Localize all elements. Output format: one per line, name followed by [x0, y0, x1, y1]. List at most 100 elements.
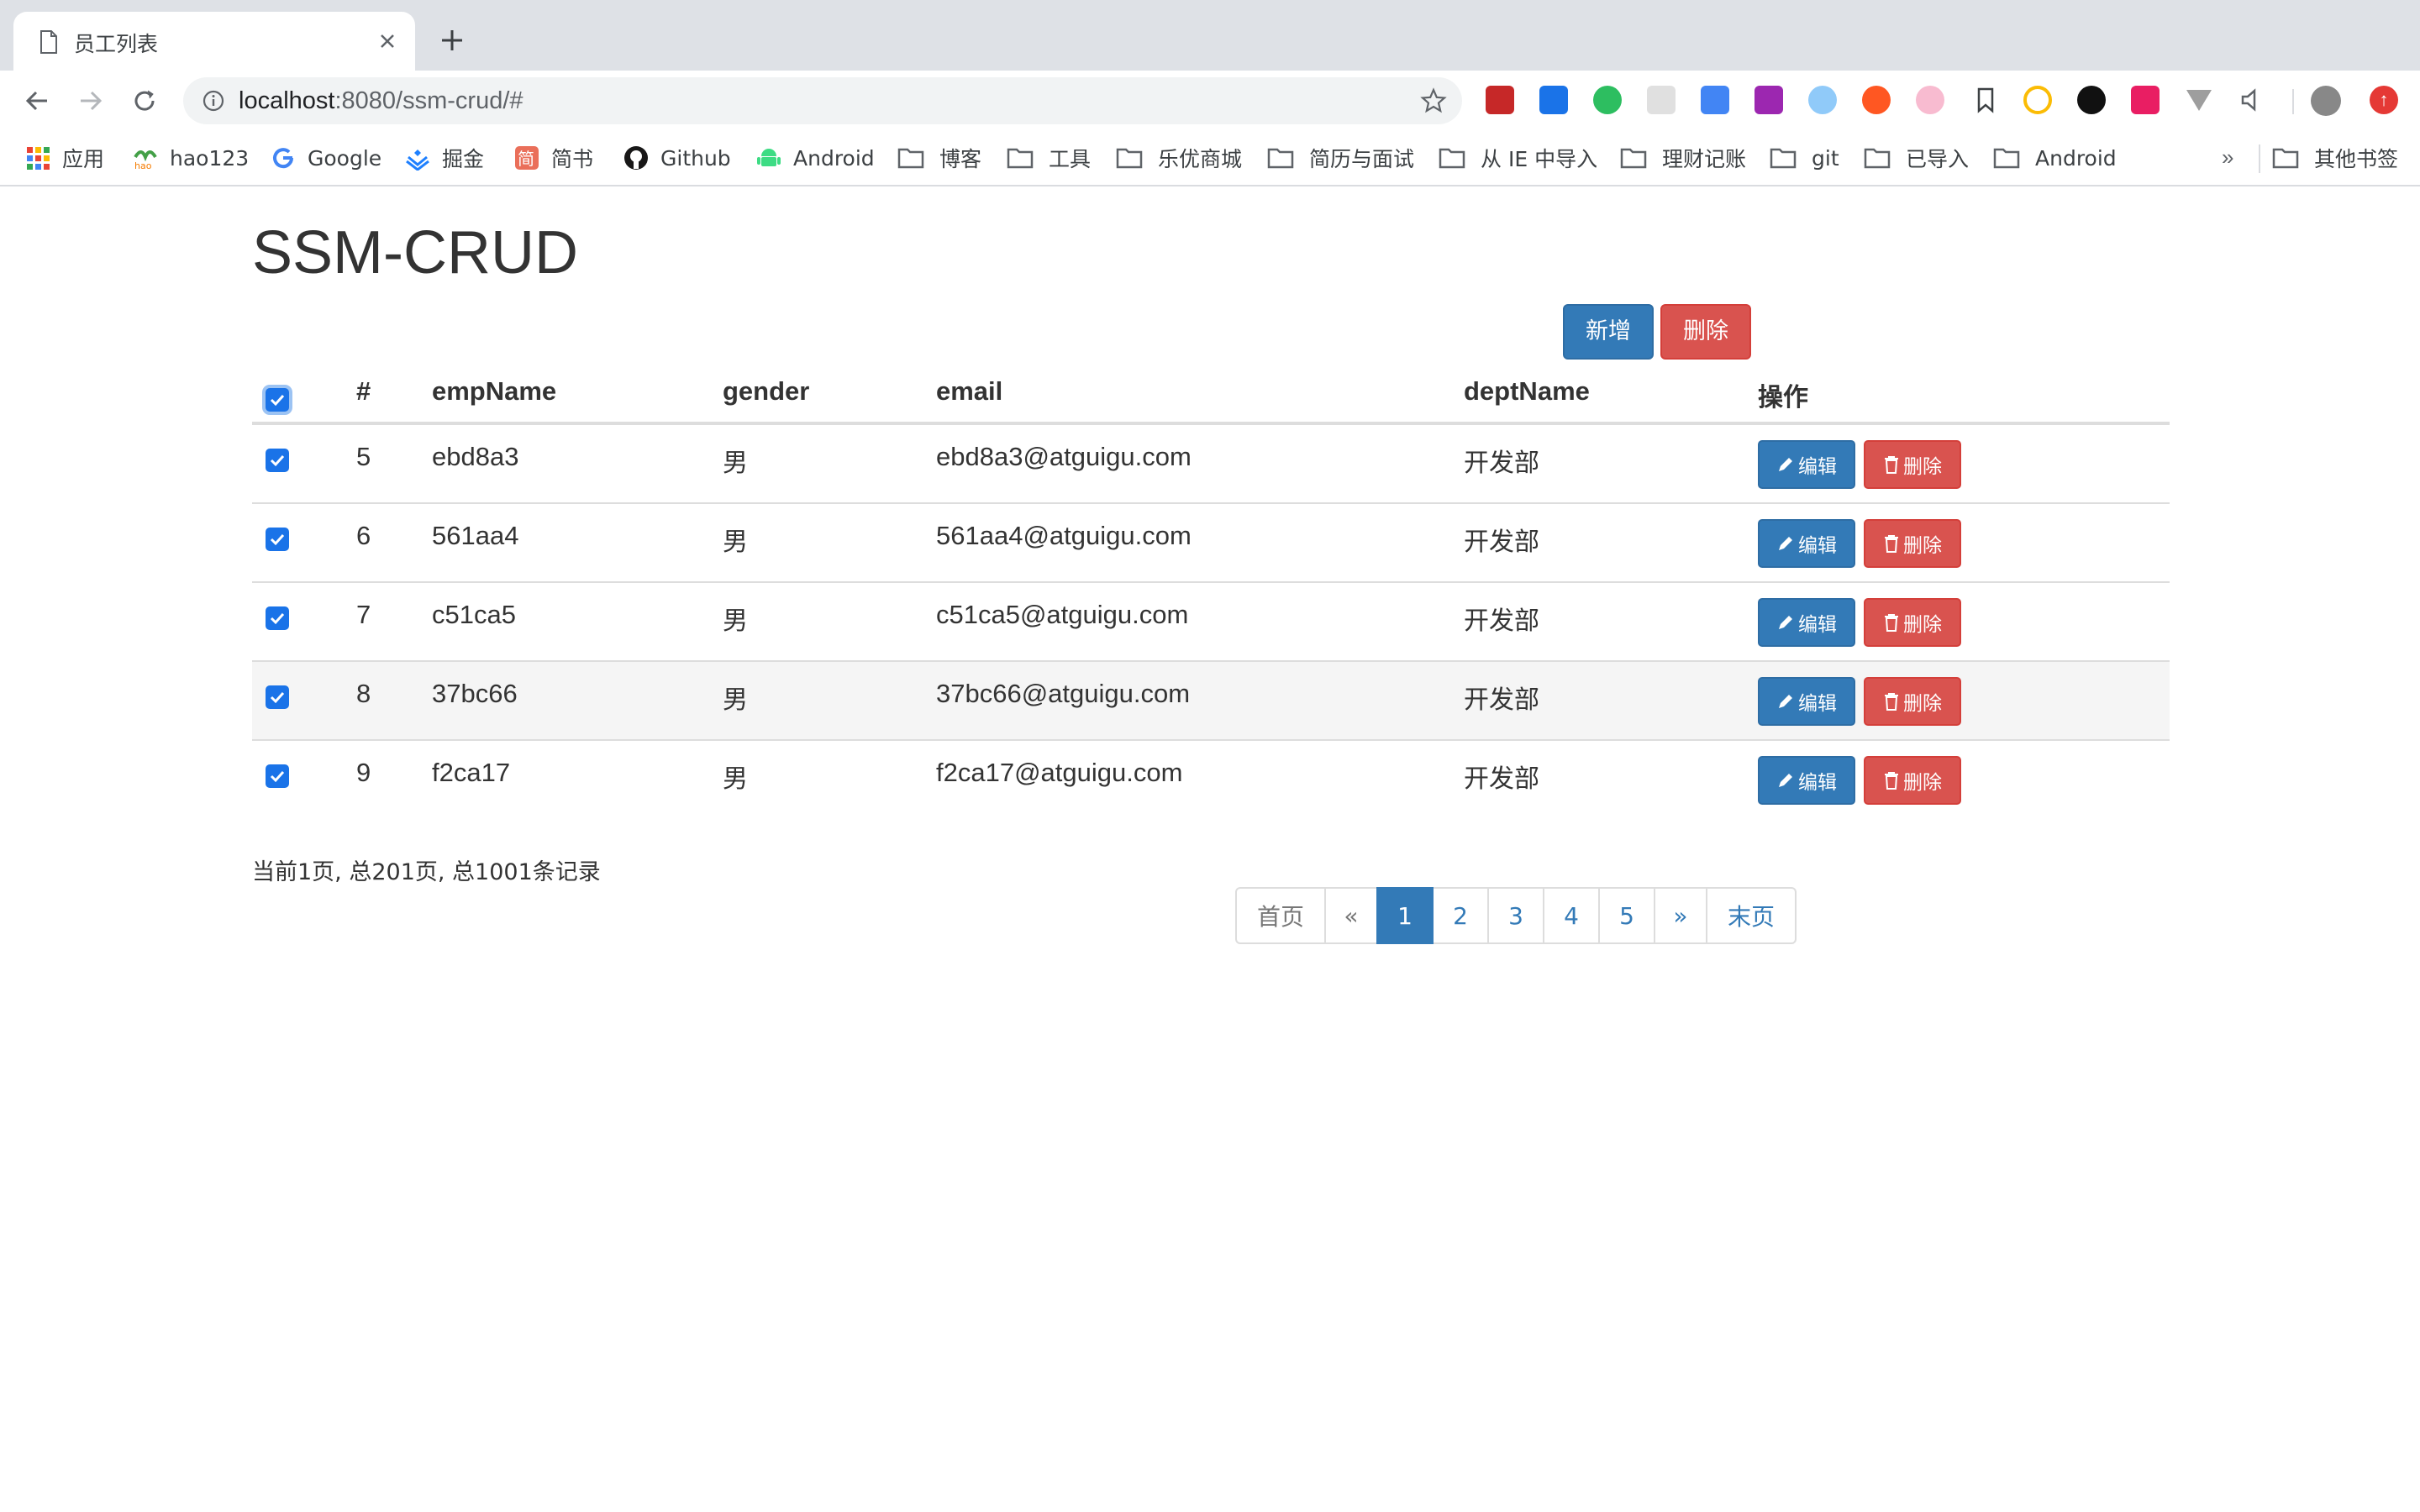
cell-email: 37bc66@atguigu.com [936, 679, 1191, 708]
column-header-deptname: deptName [1464, 376, 1590, 406]
bookmark-folder-imported[interactable]: 已导入 [1864, 143, 1969, 173]
folder-icon [1770, 148, 1797, 169]
first-page-link[interactable]: 首页 [1235, 887, 1326, 944]
forward-arrow-icon[interactable] [74, 84, 108, 118]
bookmark-label: 已导入 [1906, 147, 1970, 171]
more-bookmarks-chevron[interactable]: » [2222, 144, 2233, 171]
extension-infinity-icon[interactable] [1862, 86, 1891, 114]
page-link-5[interactable]: 5 [1598, 887, 1655, 944]
extension-check-icon[interactable] [2023, 86, 2052, 114]
extension-a-icon[interactable] [1486, 86, 1514, 114]
speaker-icon[interactable] [2238, 86, 2267, 114]
close-icon[interactable] [376, 30, 398, 52]
edit-button[interactable]: 编辑 [1758, 440, 1855, 489]
delete-button[interactable]: 删除 [1864, 519, 1961, 568]
delete-button[interactable]: 删除 [1864, 440, 1961, 489]
extension-tag-icon[interactable] [2131, 86, 2160, 114]
add-employee-button[interactable]: 新增 [1563, 304, 1654, 360]
bookmark-folder-tools[interactable]: 工具 [1007, 143, 1091, 173]
bookmark-folder-other[interactable]: 其他书签 [2272, 143, 2398, 173]
edit-button[interactable]: 编辑 [1758, 519, 1855, 568]
url-text[interactable]: localhost:8080/ssm-crud/# [239, 87, 523, 115]
next-page-link[interactable]: » [1654, 887, 1707, 944]
bookmark-label: 理财记账 [1662, 147, 1747, 171]
back-arrow-icon[interactable] [20, 84, 54, 118]
bookmark-folder-finance[interactable]: 理财记账 [1620, 143, 1746, 173]
table-row: 6 561aa4 男 561aa4@atguigu.com 开发部 编辑 删除 [252, 504, 2170, 583]
bookmark-folder-ie-import[interactable]: 从 IE 中导入 [1439, 143, 1597, 173]
bookmark-item-hao123[interactable]: hao hao123 [133, 143, 249, 173]
trash-icon [1885, 614, 1898, 632]
page-link-4[interactable]: 4 [1543, 887, 1600, 944]
address-bar[interactable]: localhost:8080/ssm-crud/# [183, 77, 1462, 124]
cell-gender: 男 [723, 606, 748, 636]
column-header-email: email [936, 376, 1003, 406]
cell-gender: 男 [723, 528, 748, 557]
row-checkbox[interactable] [266, 606, 289, 630]
folder-icon [1007, 148, 1034, 169]
table-header: # empName gender email deptName 操作 [252, 370, 2170, 425]
bookmark-star-icon[interactable] [1420, 87, 1447, 114]
pagination: 首页 « 1 2 3 4 5 » 末页 [1235, 887, 1797, 944]
extension-orbit-icon[interactable] [1808, 86, 1837, 114]
info-icon[interactable] [202, 89, 225, 113]
profile-avatar[interactable] [2311, 86, 2341, 116]
cell-deptname: 开发部 [1464, 449, 1539, 478]
vue-devtools-icon[interactable] [2185, 86, 2213, 114]
page-link-1[interactable]: 1 [1376, 887, 1434, 944]
row-checkbox[interactable] [266, 764, 289, 788]
select-all-checkbox[interactable] [266, 388, 289, 412]
cell-deptname: 开发部 [1464, 764, 1539, 794]
browser-tab[interactable]: 员工列表 [13, 12, 415, 71]
last-page-link[interactable]: 末页 [1706, 887, 1797, 944]
folder-icon [2272, 148, 2299, 169]
delete-button[interactable]: 删除 [1864, 598, 1961, 647]
bookmark-item-jianshu[interactable]: 简 简书 [514, 143, 593, 173]
bookmark-folder-blog[interactable]: 博客 [897, 143, 981, 173]
bookmark-label: 应用 [62, 147, 105, 171]
bookmark-folder-git[interactable]: git [1770, 143, 1839, 173]
delete-button[interactable]: 删除 [1864, 756, 1961, 805]
cell-deptname: 开发部 [1464, 528, 1539, 557]
edit-button[interactable]: 编辑 [1758, 598, 1855, 647]
update-icon[interactable]: ↑ [2370, 86, 2398, 114]
cell-email: ebd8a3@atguigu.com [936, 442, 1192, 471]
svg-text:hao: hao [134, 160, 152, 171]
bookmark-item-apps[interactable]: 应用 [25, 143, 104, 173]
edit-button[interactable]: 编辑 [1758, 677, 1855, 726]
extension-key-icon[interactable] [2077, 86, 2106, 114]
reload-icon[interactable] [128, 84, 161, 118]
new-tab-icon[interactable] [439, 27, 466, 54]
trash-icon [1885, 535, 1898, 553]
edit-button-label: 编辑 [1798, 614, 1837, 636]
edit-button[interactable]: 编辑 [1758, 756, 1855, 805]
evernote-icon[interactable] [1593, 86, 1622, 114]
delete-selected-button[interactable]: 删除 [1660, 304, 1751, 360]
row-checkbox[interactable] [266, 449, 289, 472]
cell-deptname: 开发部 [1464, 685, 1539, 715]
row-checkbox[interactable] [266, 528, 289, 551]
extension-pocket-icon[interactable] [1539, 86, 1568, 114]
bookmark-item-android[interactable]: Android [756, 143, 875, 173]
cell-empname: f2ca17 [432, 758, 511, 787]
extension-tree-icon[interactable] [1647, 86, 1676, 114]
folder-icon [1620, 148, 1647, 169]
bookmark-item-juejin[interactable]: 掘金 [405, 143, 484, 173]
bookmark-folder-leyou[interactable]: 乐优商城 [1116, 143, 1242, 173]
prev-page-link[interactable]: « [1324, 887, 1378, 944]
extension-avatar-icon[interactable] [1916, 86, 1944, 114]
table-row: 5 ebd8a3 男 ebd8a3@atguigu.com 开发部 编辑 删除 [252, 425, 2170, 504]
row-checkbox[interactable] [266, 685, 289, 709]
bookmark-icon[interactable] [1971, 86, 2000, 114]
extension-rp-icon[interactable] [1754, 86, 1783, 114]
page-link-3[interactable]: 3 [1487, 887, 1544, 944]
bookmark-folder-resume[interactable]: 简历与面试 [1267, 143, 1414, 173]
bookmark-item-google[interactable]: Google [271, 143, 381, 173]
bookmark-item-github[interactable]: Github [623, 143, 731, 173]
delete-button[interactable]: 删除 [1864, 677, 1961, 726]
bookmark-label: 博客 [939, 147, 982, 171]
page-link-2[interactable]: 2 [1432, 887, 1489, 944]
bookmark-folder-android[interactable]: Android [1993, 143, 2117, 173]
juejin-icon [406, 150, 429, 171]
translate-icon[interactable] [1701, 86, 1729, 114]
